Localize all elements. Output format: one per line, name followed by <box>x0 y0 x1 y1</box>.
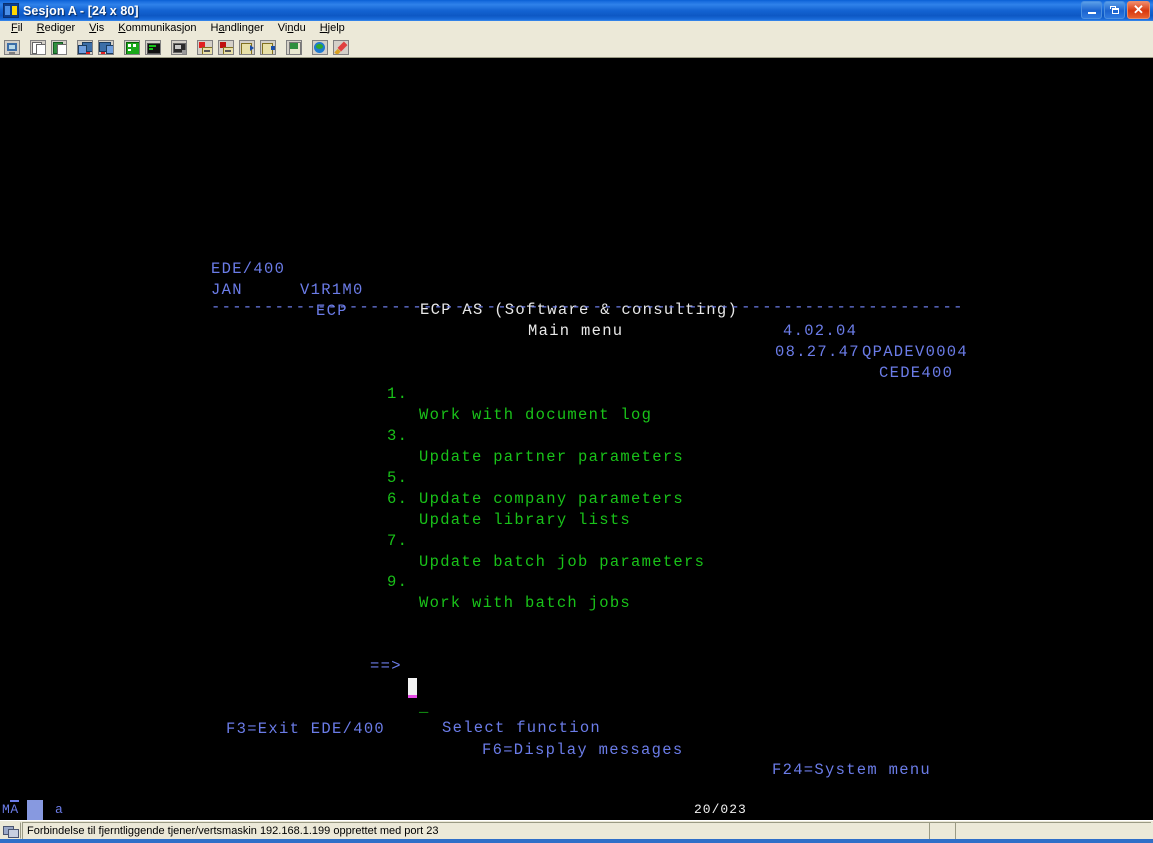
restore-button[interactable] <box>1104 1 1125 19</box>
system-available-indicator: MA <box>2 800 19 817</box>
paste-button[interactable] <box>49 37 69 57</box>
menu-option-5-label: Update company parameters <box>419 489 685 508</box>
screen-icon <box>145 39 161 55</box>
menu-option-row-1[interactable]: 1. Work with document log <box>0 363 1153 424</box>
pencil-button[interactable] <box>331 37 351 57</box>
close-button[interactable]: ✕ <box>1127 1 1150 19</box>
input-mode-indicator: a <box>55 802 63 817</box>
page-title: Main menu <box>528 322 624 341</box>
macro-edit-icon <box>260 39 276 55</box>
menu-item-hjelp[interactable]: Hjelp <box>313 21 352 36</box>
print-screen-icon <box>171 39 187 55</box>
menu-item-kommunikasjon[interactable]: Kommunikasjon <box>111 21 203 36</box>
window-controls: ✕ <box>1081 1 1150 19</box>
menu-item-rediger[interactable]: Rediger <box>30 21 83 36</box>
operator-information-area: MA a 20/023 <box>0 799 1153 820</box>
macro-stop-button[interactable] <box>216 37 236 57</box>
prompt-label: Select function <box>442 719 602 738</box>
macro-play-button[interactable] <box>237 37 257 57</box>
keypad-icon <box>124 39 140 55</box>
clipboard-icon <box>286 39 302 55</box>
function-key-f24[interactable]: F24=System menu <box>772 760 931 781</box>
macro-record-button[interactable] <box>195 37 215 57</box>
terminal-text-area: EDE/400 V1R1M0 ECP AS (Software & consul… <box>0 58 1153 799</box>
clipboard-button[interactable] <box>284 37 304 57</box>
send-file-icon <box>77 39 93 55</box>
terminal-separator-row: ----------------------------------------… <box>0 276 1153 316</box>
menu-option-row-9[interactable]: 9. Work with batch jobs <box>0 551 1153 612</box>
terminal-screen[interactable]: EDE/400 V1R1M0 ECP AS (Software & consul… <box>0 58 1153 799</box>
terminal-emulator-window: Sesjon A - [24 x 80] ✕ Fil Rediger Vis K… <box>0 0 1153 843</box>
menu-option-3-number: 3. <box>387 426 409 445</box>
paste-icon <box>51 39 67 55</box>
menu-option-row-7[interactable]: 7. Update batch job parameters <box>0 510 1153 571</box>
menu-bar: Fil Rediger Vis Kommunikasjon Handlinger… <box>0 21 1153 37</box>
terminal-header-row-1: EDE/400 V1R1M0 ECP AS (Software & consul… <box>0 238 1153 361</box>
status-pane-2 <box>929 821 955 839</box>
function-keys-row: F3=Exit EDE/400 F6=Display messages F24=… <box>0 698 1153 780</box>
menu-option-1-number: 1. <box>387 384 409 403</box>
title-bar[interactable]: Sesjon A - [24 x 80] ✕ <box>0 0 1153 21</box>
release-number: 4.02.04 <box>783 322 858 341</box>
prompt-arrow: ==> <box>370 656 402 675</box>
function-key-f6[interactable]: F6=Display messages <box>482 740 683 761</box>
connection-icon <box>3 824 19 838</box>
menu-option-9-label: Work with batch jobs <box>419 593 632 612</box>
receive-file-icon <box>98 39 114 55</box>
system-time: 08.27.47 <box>775 343 860 362</box>
menu-option-7-number: 7. <box>387 531 409 550</box>
cursor-position-indicator: 20/023 <box>694 802 747 817</box>
macro-record-icon <box>197 39 213 55</box>
copy-icon <box>30 39 46 55</box>
function-key-f3[interactable]: F3=Exit EDE/400 <box>226 719 385 740</box>
window-bottom-edge <box>0 839 1153 843</box>
separator-line: ----------------------------------------… <box>211 297 964 316</box>
menu-item-vindu[interactable]: Vindu <box>271 21 313 36</box>
toolbar <box>0 37 1153 58</box>
pencil-icon <box>333 39 349 55</box>
status-pane-3 <box>955 821 1151 839</box>
globe-icon <box>312 39 328 55</box>
menu-option-row-3[interactable]: 3. Update partner parameters <box>0 405 1153 466</box>
menu-item-handlinger[interactable]: Handlinger <box>204 21 271 36</box>
menu-option-6-number: 6. <box>387 489 409 508</box>
macro-stop-icon <box>218 39 234 55</box>
window-title: Sesjon A - [24 x 80] <box>23 3 139 18</box>
menu-item-fil[interactable]: Fil <box>4 21 30 36</box>
macro-edit-button[interactable] <box>258 37 278 57</box>
globe-button[interactable] <box>310 37 330 57</box>
status-bar: Forbindelse til fjerntliggende tjener/ve… <box>0 820 1153 839</box>
status-message: Forbindelse til fjerntliggende tjener/ve… <box>22 821 929 839</box>
keypad-button[interactable] <box>122 37 142 57</box>
menu-option-row-5[interactable]: 5. Update company parameters <box>0 447 1153 508</box>
macro-play-icon <box>239 39 255 55</box>
session-icon <box>3 3 19 18</box>
command-input-cursor[interactable] <box>408 677 418 698</box>
connection-status-cell[interactable] <box>0 821 21 839</box>
menu-option-9-number: 9. <box>387 572 409 591</box>
print-screen-button[interactable] <box>169 37 189 57</box>
display-settings-button[interactable] <box>2 37 22 57</box>
command-prompt-row[interactable]: ==> _ Select function <box>0 635 1153 737</box>
device-name: QPADEV0004 <box>862 342 969 361</box>
menu-item-vis[interactable]: Vis <box>82 21 111 36</box>
screen-button[interactable] <box>143 37 163 57</box>
receive-file-button[interactable] <box>96 37 116 57</box>
menu-option-row-6[interactable]: 6. Update library lists <box>0 468 1153 529</box>
display-settings-icon <box>4 39 20 55</box>
oia-status-block <box>27 800 43 820</box>
send-file-button[interactable] <box>75 37 95 57</box>
copy-button[interactable] <box>28 37 48 57</box>
minimize-button[interactable] <box>1081 1 1102 19</box>
